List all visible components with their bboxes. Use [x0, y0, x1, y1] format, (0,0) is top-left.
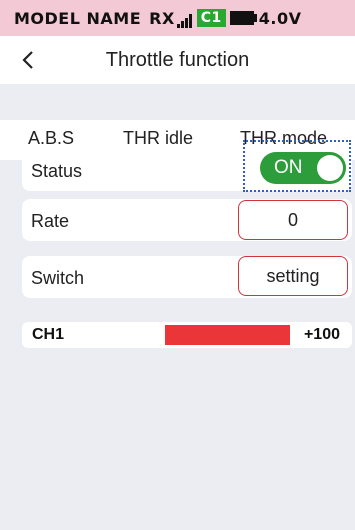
rx-label: RX — [149, 8, 175, 28]
channel-output-bar: CH1 +100 — [22, 322, 352, 348]
channel-value: +100 — [303, 326, 340, 343]
model-name: MODEL NAME — [14, 8, 142, 28]
toggle-knob — [317, 155, 343, 181]
rate-value-button[interactable]: 0 — [238, 200, 348, 240]
back-button[interactable] — [18, 46, 38, 74]
rate-label: Rate — [31, 211, 70, 231]
channel-badge: C1 — [196, 9, 226, 27]
signal-bars-icon — [176, 13, 193, 28]
battery-icon — [229, 11, 257, 25]
voltage-readout: 4.0V — [258, 8, 302, 28]
tab-thr-idle[interactable]: THR idle — [123, 128, 193, 149]
toggle-state-label: ON — [274, 157, 303, 178]
channel-track — [165, 325, 290, 345]
channel-label: CH1 — [32, 326, 65, 343]
switch-setting-button[interactable]: setting — [238, 256, 348, 296]
status-label: Status — [31, 161, 83, 181]
switch-label: Switch — [31, 268, 85, 288]
chevron-left-icon — [22, 51, 33, 69]
channel-fill — [165, 325, 290, 345]
header: Throttle function — [0, 36, 355, 84]
page-title: Throttle function — [105, 49, 250, 71]
rx-indicator: RX — [149, 9, 197, 28]
status-bar: MODEL NAME RX C1 4.0V — [0, 0, 355, 36]
status-toggle[interactable]: ON — [260, 152, 346, 184]
tab-abs[interactable]: A.B.S — [28, 128, 74, 149]
